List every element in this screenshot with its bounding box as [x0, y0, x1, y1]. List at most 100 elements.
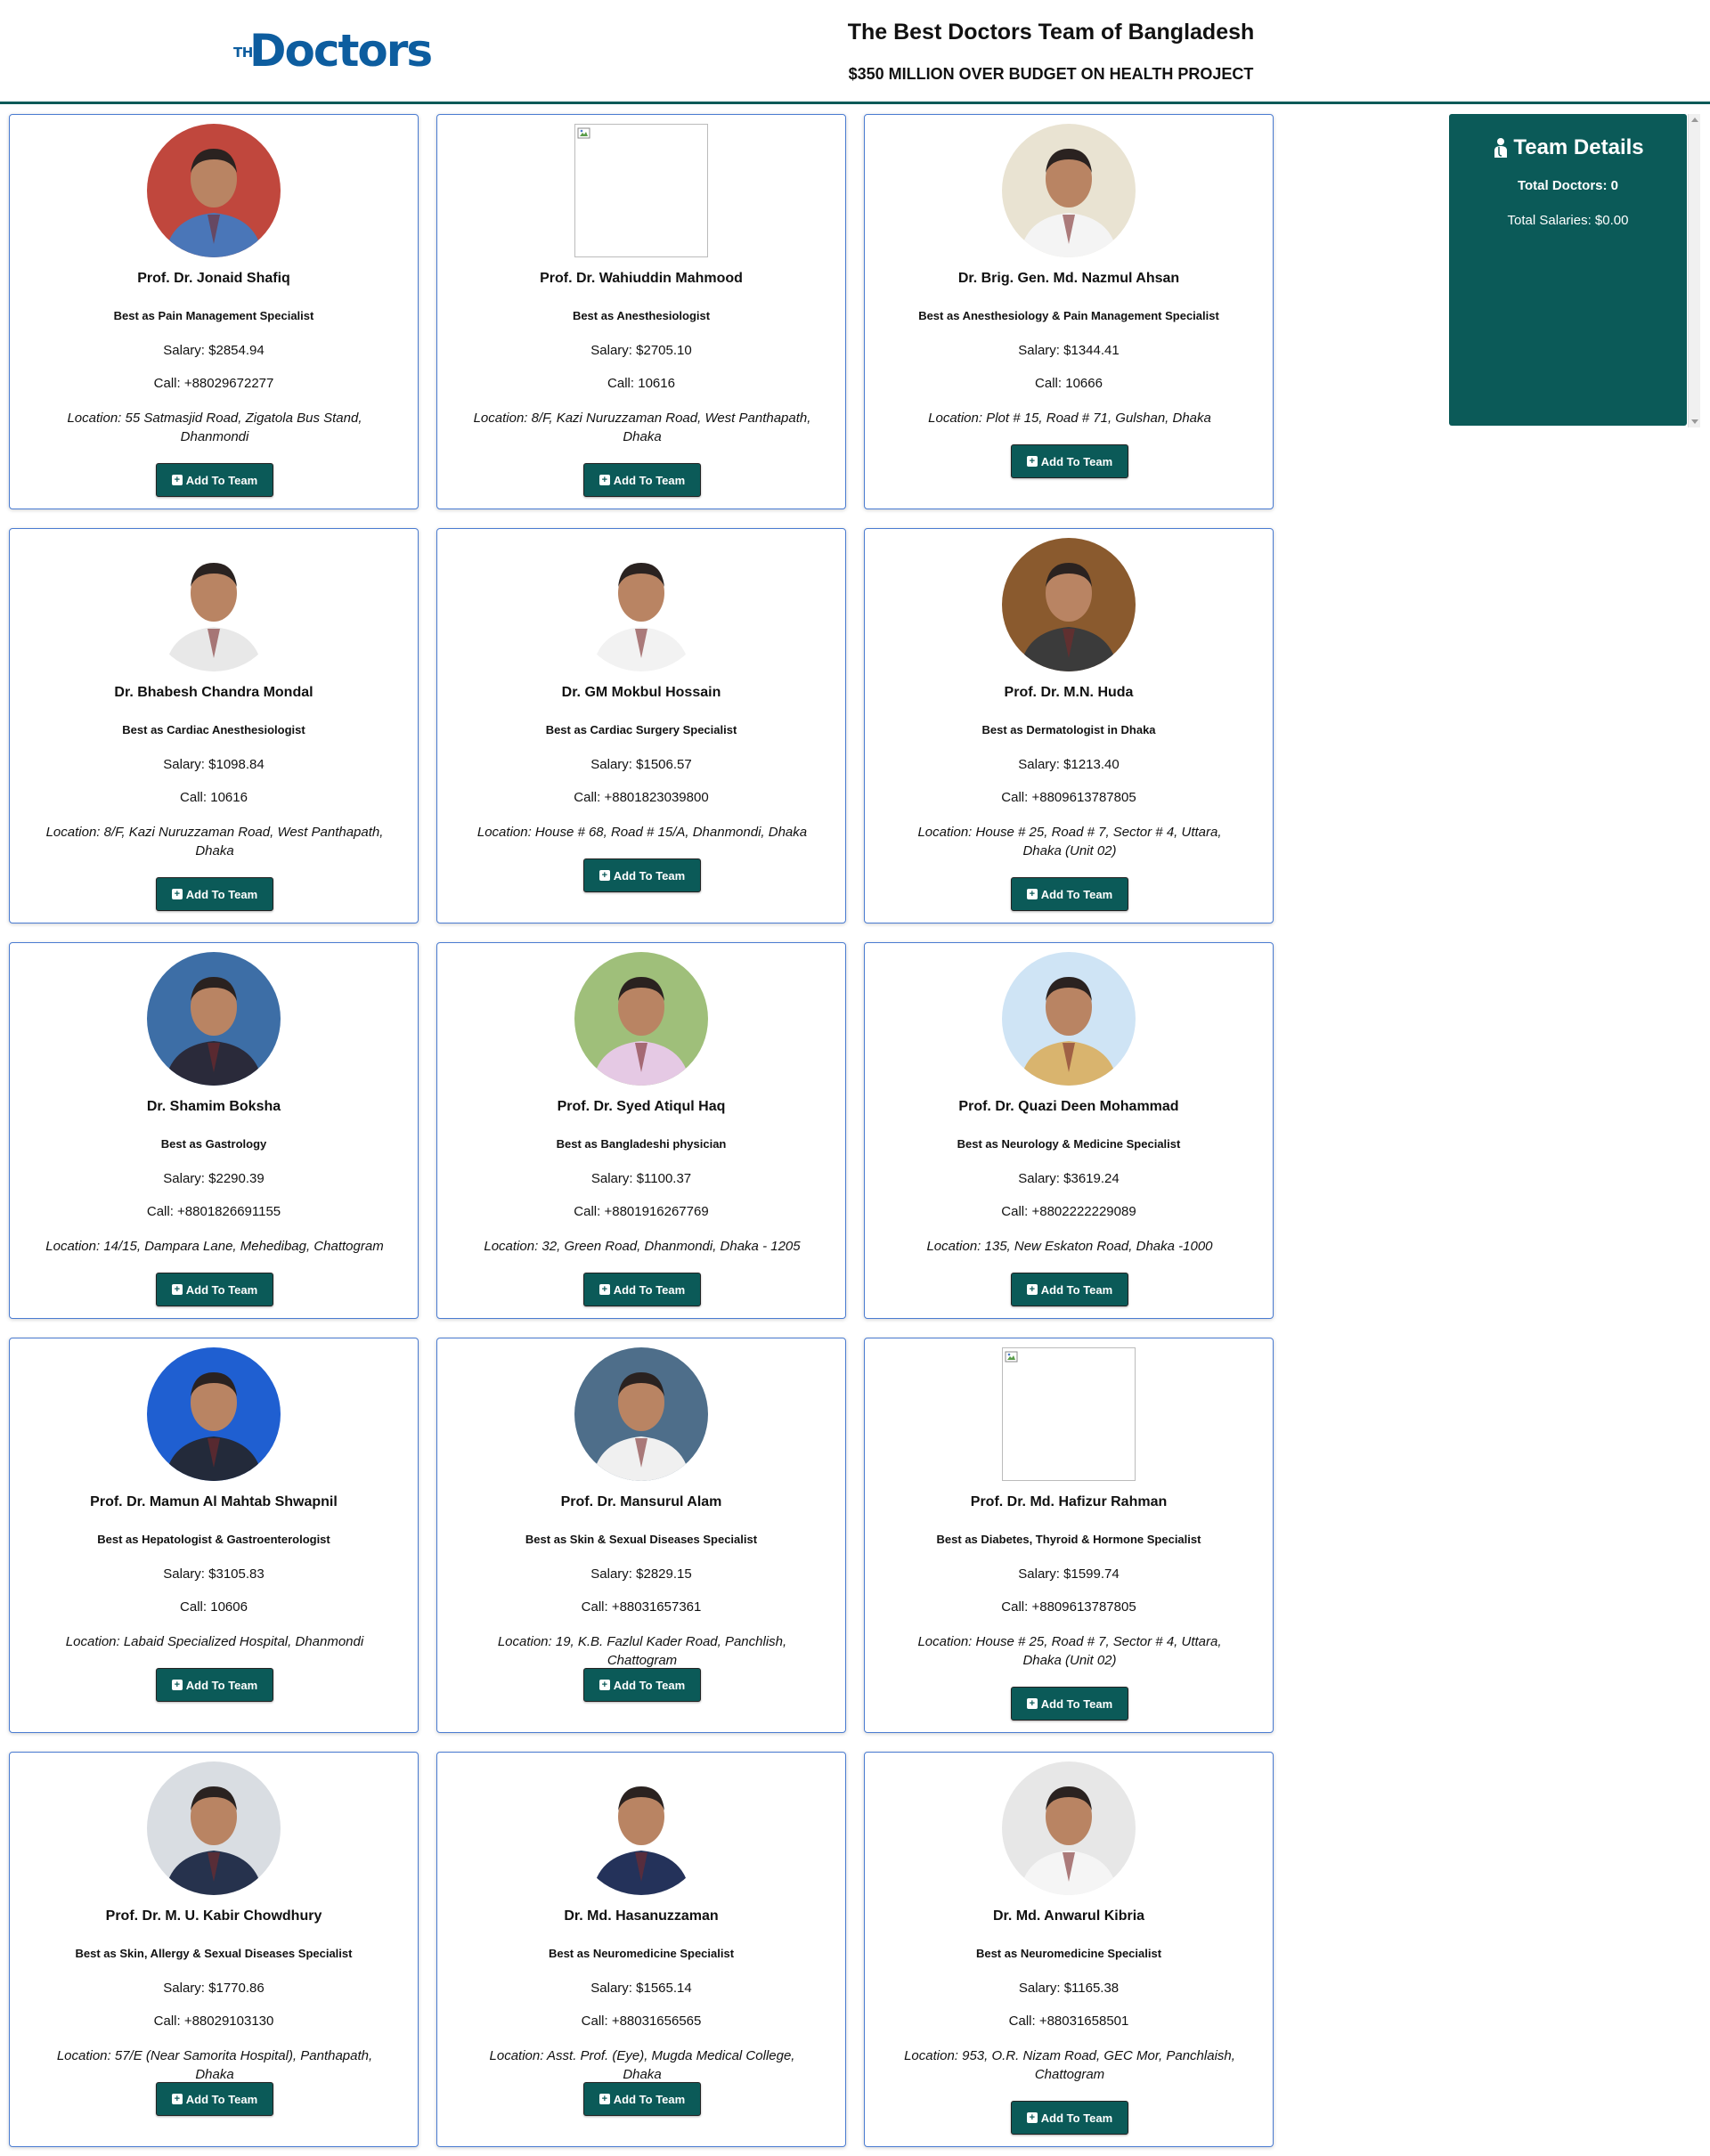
- add-to-team-button[interactable]: + Add To Team: [583, 858, 701, 892]
- add-to-team-button[interactable]: + Add To Team: [156, 1273, 273, 1306]
- add-to-team-button[interactable]: + Add To Team: [1011, 1687, 1128, 1721]
- add-to-team-button[interactable]: + Add To Team: [156, 1668, 273, 1702]
- doctor-salary: Salary: $1344.41: [1018, 343, 1120, 358]
- plus-square-icon: +: [1026, 2112, 1038, 2123]
- add-to-team-button[interactable]: + Add To Team: [583, 1668, 701, 1702]
- doctor-phone: Call: 10616: [180, 790, 248, 805]
- team-details-title: Team Details: [1449, 135, 1687, 160]
- doctor-specialty: Best as Neuromedicine Specialist: [975, 1947, 1162, 1960]
- add-to-team-button[interactable]: + Add To Team: [583, 1273, 701, 1306]
- doctor-card: Prof. Dr. Md. Hafizur Rahman Best as Diab…: [864, 1338, 1274, 1733]
- doctor-card: Prof. Dr. Mamun Al Mahtab Shwapnil Best a…: [9, 1338, 419, 1733]
- doctor-name: Prof. Dr. Quazi Deen Mohammad: [958, 1099, 1179, 1114]
- doctor-portrait: [574, 538, 708, 671]
- add-to-team-label: Add To Team: [1040, 454, 1113, 468]
- add-to-team-button[interactable]: + Add To Team: [1011, 2101, 1128, 2135]
- plus-square-icon: +: [1026, 456, 1038, 467]
- doctor-card: Dr. GM Mokbul Hossain Best as Cardiac Sur…: [436, 528, 846, 923]
- doctor-location: Location: 8/F, Kazi Nuruzzaman Road, Wes…: [45, 825, 384, 858]
- add-to-team-label: Add To Team: [613, 2092, 686, 2106]
- add-to-team-button[interactable]: + Add To Team: [156, 877, 273, 911]
- doctor-specialty: Best as Neurology & Medicine Specialist: [957, 1137, 1181, 1151]
- doctor-phone: Call: +88031657361: [581, 1599, 702, 1615]
- add-to-team-button[interactable]: + Add To Team: [583, 2082, 701, 2116]
- broken-image-icon: [1005, 1351, 1018, 1363]
- doctor-phone: Call: 10616: [607, 376, 675, 391]
- scroll-up-icon[interactable]: [1691, 118, 1698, 122]
- doctor-specialty: Best as Gastrology: [160, 1137, 267, 1151]
- doctor-photo: [574, 124, 708, 257]
- scroll-down-icon[interactable]: [1691, 419, 1698, 424]
- doctor-card: Prof. Dr. M.N. Huda Best as Dermatologist…: [864, 528, 1274, 923]
- doctor-name: Prof. Dr. Jonaid Shafiq: [137, 271, 290, 286]
- doctor-salary: Salary: $2854.94: [163, 343, 265, 358]
- doctor-name: Dr. Bhabesh Chandra Mondal: [114, 685, 314, 700]
- doctor-card: Dr. Bhabesh Chandra Mondal Best as Cardia…: [9, 528, 419, 923]
- add-to-team-label: Add To Team: [185, 1678, 258, 1692]
- doctor-phone: Call: +8801823039800: [574, 790, 709, 805]
- doctor-photo: [1002, 952, 1136, 1086]
- doctor-specialty: Best as Anesthesiology & Pain Management…: [918, 309, 1219, 322]
- doctor-portrait: [574, 952, 708, 1086]
- doctor-location: Location: House # 25, Road # 7, Sector #…: [917, 825, 1222, 858]
- doctor-portrait: [574, 1347, 708, 1481]
- doctor-salary: Salary: $1770.86: [163, 1981, 265, 1996]
- add-to-team-label: Add To Team: [185, 887, 258, 901]
- plus-square-icon: +: [171, 475, 183, 485]
- doctor-card: Dr. Md. Anwarul Kibria Best as Neuromedic…: [864, 1752, 1274, 2147]
- add-to-team-button[interactable]: + Add To Team: [1011, 1273, 1128, 1306]
- doctor-salary: Salary: $1506.57: [590, 757, 692, 772]
- doctor-phone: Call: +88031658501: [1008, 2014, 1129, 2029]
- doctor-location: Location: 19, K.B. Fazlul Kader Road, Pa…: [497, 1634, 787, 1668]
- add-to-team-button[interactable]: + Add To Team: [1011, 444, 1128, 478]
- doctor-specialty: Best as Bangladeshi physician: [556, 1137, 727, 1151]
- doctor-specialty: Best as Skin, Allergy & Sexual Diseases …: [75, 1947, 353, 1960]
- doctor-location: Location: Asst. Prof. (Eye), Mugda Medic…: [489, 2048, 795, 2082]
- doctor-salary: Salary: $3619.24: [1018, 1171, 1120, 1186]
- add-to-team-button[interactable]: + Add To Team: [583, 463, 701, 497]
- doctor-salary: Salary: $1098.84: [163, 757, 265, 772]
- add-to-team-label: Add To Team: [613, 473, 686, 487]
- doctor-location: Location: 55 Satmasjid Road, Zigatola Bu…: [67, 411, 362, 444]
- doctor-phone: Call: 10606: [180, 1599, 248, 1615]
- doctor-card: Prof. Dr. Quazi Deen Mohammad Best as Neu…: [864, 942, 1274, 1319]
- doctor-name: Dr. Md. Hasanuzzaman: [564, 1908, 719, 1924]
- doctor-portrait: [147, 538, 281, 671]
- add-to-team-button[interactable]: + Add To Team: [1011, 877, 1128, 911]
- plus-square-icon: +: [1026, 889, 1038, 899]
- doctor-card: Prof. Dr. M. U. Kabir Chowdhury Best as S…: [9, 1752, 419, 2147]
- doctor-name: Prof. Dr. Mamun Al Mahtab Shwapnil: [90, 1494, 338, 1509]
- doctor-name: Prof. Dr. M. U. Kabir Chowdhury: [105, 1908, 322, 1924]
- team-panel-scrollbar[interactable]: [1688, 114, 1700, 427]
- add-to-team-button[interactable]: + Add To Team: [156, 463, 273, 497]
- doctor-location: Location: House # 68, Road # 15/A, Dhanm…: [476, 825, 808, 840]
- add-to-team-label: Add To Team: [1040, 887, 1113, 901]
- doctor-location: Location: 14/15, Dampara Lane, Mehedibag…: [45, 1239, 384, 1254]
- site-logo[interactable]: THE Doctors: [233, 25, 433, 77]
- doctor-photo: [147, 1761, 281, 1895]
- team-details-label: Team Details: [1513, 135, 1644, 159]
- plus-square-icon: +: [171, 1680, 183, 1690]
- add-to-team-button[interactable]: + Add To Team: [156, 2082, 273, 2116]
- doctor-name: Prof. Dr. Syed Atiqul Haq: [557, 1099, 726, 1114]
- doctor-location: Location: House # 25, Road # 7, Sector #…: [917, 1634, 1222, 1668]
- doctor-location: Location: 8/F, Kazi Nuruzzaman Road, Wes…: [473, 411, 811, 444]
- total-salaries: Total Salaries: $0.00: [1507, 213, 1629, 228]
- doctor-name: Dr. Shamim Boksha: [146, 1099, 281, 1114]
- plus-square-icon: +: [598, 1284, 610, 1295]
- doctor-phone: Call: +88029672277: [153, 376, 274, 391]
- add-to-team-label: Add To Team: [1040, 2111, 1113, 2125]
- add-to-team-label: Add To Team: [613, 868, 686, 883]
- doctor-photo: [1002, 1761, 1136, 1895]
- doctor-specialty: Best as Diabetes, Thyroid & Hormone Spec…: [936, 1533, 1201, 1546]
- doctor-location: Location: 57/E (Near Samorita Hospital),…: [56, 2048, 373, 2082]
- doctor-photo: [574, 1761, 708, 1895]
- plus-square-icon: +: [598, 870, 610, 881]
- plus-square-icon: +: [171, 1284, 183, 1295]
- doctor-salary: Salary: $1100.37: [590, 1171, 692, 1186]
- add-to-team-label: Add To Team: [185, 1282, 258, 1297]
- plus-square-icon: +: [598, 2094, 610, 2104]
- add-to-team-label: Add To Team: [1040, 1696, 1113, 1711]
- doctor-photo: [1002, 538, 1136, 671]
- doctor-location: Location: 135, New Eskaton Road, Dhaka -…: [926, 1239, 1213, 1254]
